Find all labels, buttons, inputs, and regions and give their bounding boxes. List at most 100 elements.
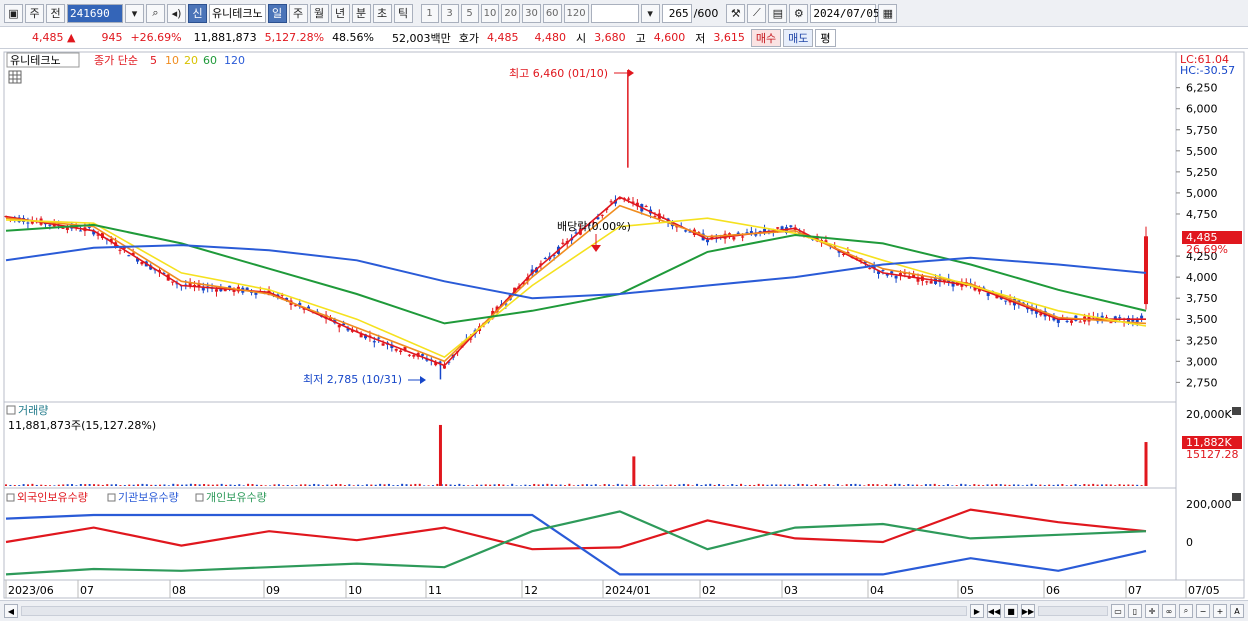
candle-body xyxy=(1109,322,1113,324)
volume-bar xyxy=(308,484,311,486)
save-icon[interactable]: ▤ xyxy=(768,3,788,23)
volume-bar xyxy=(335,484,338,486)
volume-bar xyxy=(317,484,320,486)
volume-bar xyxy=(647,485,650,486)
chevron-down-icon[interactable]: ▾ xyxy=(640,3,660,23)
volume-bar xyxy=(295,485,298,486)
interval-60[interactable]: 60 xyxy=(542,3,562,23)
zoom-out-icon[interactable]: − xyxy=(1196,604,1210,618)
volume-bar xyxy=(828,484,831,486)
interval-1[interactable]: 1 xyxy=(420,3,439,23)
prev-button[interactable]: 전 xyxy=(46,3,65,23)
x-tick-label: 12 xyxy=(524,584,538,597)
tab-tick[interactable]: 틱 xyxy=(393,3,413,23)
tab-week[interactable]: 주 xyxy=(288,3,308,23)
volume-bar xyxy=(225,484,228,486)
layout-icon[interactable]: ▭ xyxy=(1111,604,1125,618)
scroll-track[interactable] xyxy=(21,606,967,616)
volume-bar xyxy=(722,484,725,486)
volume-close-icon[interactable] xyxy=(1232,407,1241,415)
volume-bar xyxy=(207,484,210,486)
calendar-icon[interactable]: ▦ xyxy=(878,3,898,23)
forward-icon[interactable]: ▶▶ xyxy=(1021,604,1035,618)
ma20-label: 20 xyxy=(184,54,198,67)
speaker-icon[interactable]: ◂) xyxy=(167,3,186,23)
tab-day[interactable]: 일 xyxy=(267,3,287,23)
x-tick-label: 05 xyxy=(960,584,974,597)
chevron-down-icon[interactable]: ▾ xyxy=(125,3,144,23)
table-icon[interactable] xyxy=(8,70,22,84)
volume-bar xyxy=(13,485,16,486)
link-icon[interactable]: ∞ xyxy=(1162,604,1176,618)
volume-bar xyxy=(282,485,285,486)
interval-custom-input[interactable] xyxy=(590,3,639,23)
volume-bar xyxy=(999,484,1002,486)
candle-body xyxy=(627,198,631,200)
volume-bar xyxy=(929,484,932,486)
interval-10[interactable]: 10 xyxy=(480,3,500,23)
volume-bar xyxy=(1056,484,1059,486)
interval-3[interactable]: 3 xyxy=(440,3,459,23)
interval-5[interactable]: 5 xyxy=(460,3,479,23)
candle-body xyxy=(381,343,385,346)
count-input[interactable]: 265 xyxy=(661,3,692,23)
y-tick-label: 2,750 xyxy=(1186,376,1218,389)
magnify-icon[interactable]: ⌕ xyxy=(1179,604,1193,618)
crosshair-icon[interactable]: ✛ xyxy=(1145,604,1159,618)
date-input[interactable]: 2024/07/05 xyxy=(810,3,880,23)
volume-bar xyxy=(273,484,276,486)
candle-body xyxy=(394,348,398,351)
holdings-panel[interactable] xyxy=(3,487,1177,581)
holdings-close-icon[interactable] xyxy=(1232,493,1241,501)
x-tick-label: 07 xyxy=(80,584,94,597)
interval-20[interactable]: 20 xyxy=(501,3,521,23)
eval-button[interactable]: 평 xyxy=(815,28,836,47)
volume-bar xyxy=(784,484,787,486)
volume-bar xyxy=(603,484,606,486)
market-type-select[interactable]: 주 xyxy=(25,3,44,23)
zoom-slider[interactable] xyxy=(1038,606,1108,616)
gear-icon[interactable]: ⚙ xyxy=(789,3,809,23)
volume-bar xyxy=(233,484,236,486)
stock-code-input[interactable]: 241690 xyxy=(67,3,123,23)
split-icon[interactable]: ▯ xyxy=(1128,604,1142,618)
interval-120[interactable]: 120 xyxy=(563,3,589,23)
indicator-icon[interactable]: ⚒ xyxy=(726,3,746,23)
x-tick-label: 11 xyxy=(428,584,442,597)
low-price: 3,615 xyxy=(713,31,745,44)
bid-1: 4,485 xyxy=(487,31,519,44)
candle-body xyxy=(600,214,604,216)
volume-bar xyxy=(123,485,126,486)
new-badge[interactable]: 신 xyxy=(188,3,207,23)
chart-area[interactable]: 유니테크노 종가 단순 5 10 20 60 120 LC:61.04 HC:-… xyxy=(0,50,1248,600)
tab-minute[interactable]: 분 xyxy=(351,3,371,23)
stop-icon[interactable]: ■ xyxy=(1004,604,1018,618)
volume-bar xyxy=(876,484,879,486)
ma10-label: 10 xyxy=(165,54,179,67)
volume-bar xyxy=(740,483,743,486)
tab-month[interactable]: 월 xyxy=(309,3,329,23)
tab-second[interactable]: 초 xyxy=(372,3,392,23)
volume-bar xyxy=(625,484,628,486)
zoom-in-icon[interactable]: + xyxy=(1213,604,1227,618)
volume-bar xyxy=(53,485,56,486)
tab-year[interactable]: 년 xyxy=(330,3,350,23)
interval-30[interactable]: 30 xyxy=(522,3,541,23)
volume-bar xyxy=(176,484,179,486)
volume-panel[interactable] xyxy=(3,401,1177,489)
font-icon[interactable]: A xyxy=(1230,604,1244,618)
search-icon[interactable]: ⌕ xyxy=(146,3,165,23)
candle-body xyxy=(684,230,688,232)
buy-button[interactable]: 매수 xyxy=(750,28,782,47)
scroll-left-icon[interactable]: ◀ xyxy=(4,604,18,618)
chart-svg[interactable]: 유니테크노 종가 단순 5 10 20 60 120 LC:61.04 HC:-… xyxy=(0,50,1248,600)
window-icon[interactable]: ▣ xyxy=(4,3,23,23)
volume-bar xyxy=(616,483,619,486)
volume-bar xyxy=(462,484,465,486)
rewind-icon[interactable]: ◀◀ xyxy=(987,604,1001,618)
play-icon[interactable]: ▶ xyxy=(970,604,984,618)
sell-button[interactable]: 매도 xyxy=(783,28,814,47)
volume-bar xyxy=(1131,484,1134,486)
volume-bar xyxy=(343,485,346,486)
drawing-icon[interactable]: ⟋ xyxy=(747,3,767,23)
